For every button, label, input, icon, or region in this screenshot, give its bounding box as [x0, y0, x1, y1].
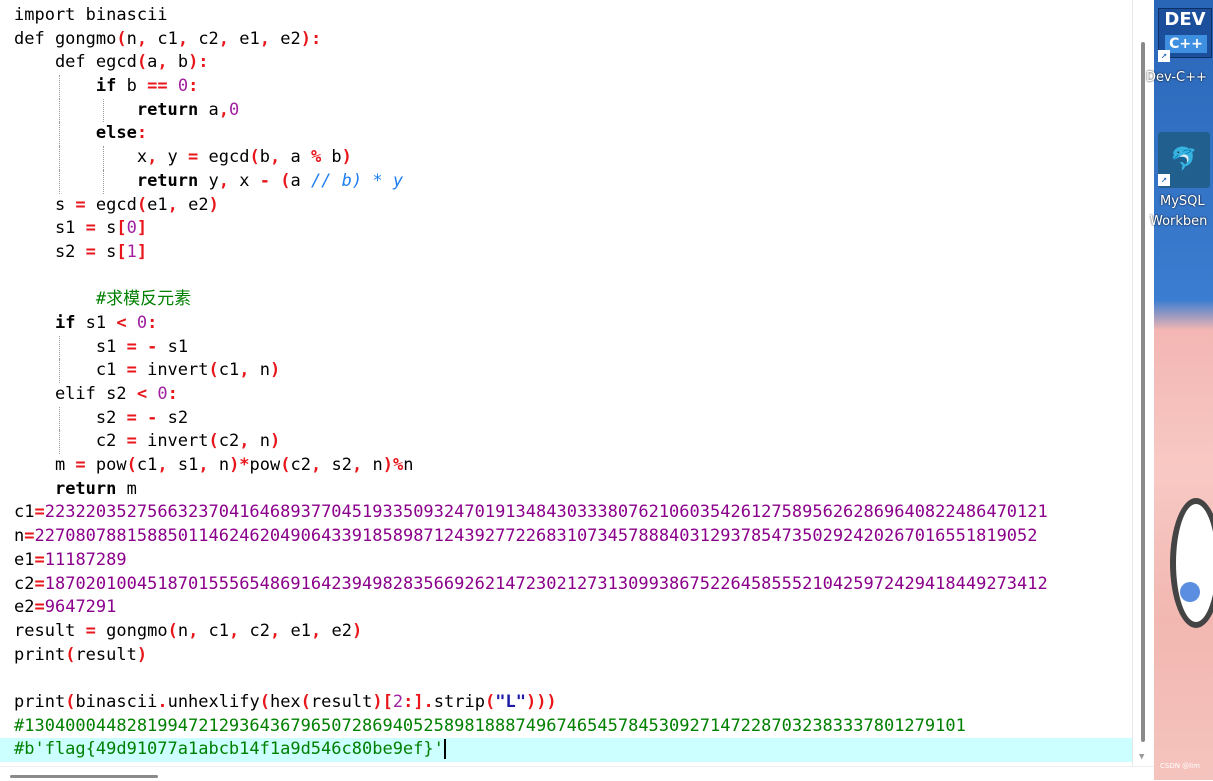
vertical-scrollbar[interactable]: ▼ [1132, 0, 1155, 766]
code-line[interactable]: def egcd(a, b): [0, 51, 1132, 75]
code-line[interactable]: s2 = s[1] [0, 241, 1132, 265]
code-line[interactable]: s1 = - s1 [0, 335, 1132, 360]
code-line[interactable]: s = egcd(e1, e2) [0, 194, 1132, 218]
code-line[interactable]: if b == 0: [0, 75, 1132, 99]
code-line[interactable]: s2 = - s2 [0, 406, 1132, 431]
code-line[interactable]: #130400044828199472129364367965072869405… [0, 715, 1132, 739]
wallpaper-character-decoration [1170, 498, 1213, 628]
code-line[interactable]: n=22708078815885011462462049064339185898… [0, 525, 1132, 549]
horizontal-scrollbar[interactable] [0, 766, 1154, 781]
text-caret [443, 739, 446, 760]
shortcut-arrow-icon: ↗ [1158, 50, 1170, 62]
code-line[interactable]: import binascii [0, 4, 1132, 28]
comment: #求模反元素 [54, 289, 192, 310]
watermark: CSDN @lim [1160, 762, 1200, 770]
code-line[interactable]: #求模反元素 [0, 288, 1132, 312]
code-line[interactable]: result = gongmo(n, c1, c2, e1, e2) [0, 620, 1132, 644]
devcpp-logo-sub: C++ [1165, 35, 1207, 53]
code-line[interactable]: s1 = s[0] [0, 217, 1132, 241]
code-line[interactable]: elif s2 < 0: [0, 383, 1132, 407]
devcpp-label[interactable]: Dev-C++ [1146, 70, 1213, 85]
code-line[interactable]: c1 = invert(c1, n) [0, 359, 1132, 383]
h-scroll-thumb[interactable] [10, 775, 158, 778]
comment: #b'flag{49d91077a1abcb14f1a9d546c80be9ef… [14, 739, 444, 760]
code-line[interactable]: e2=9647291 [0, 596, 1132, 620]
devcpp-logo-text: DEV [1164, 9, 1206, 30]
code-line[interactable]: if s1 < 0: [0, 312, 1132, 336]
code-line[interactable]: return y, x - (a // b) * y [0, 169, 1132, 194]
code-line[interactable]: c2 = invert(c2, n) [0, 430, 1132, 455]
code-line[interactable]: return a,0 [0, 98, 1132, 123]
code-line[interactable]: x, y = egcd(b, a % b) [0, 146, 1132, 170]
code-line[interactable]: print(binascii.unhexlify(hex(result)[2:]… [0, 691, 1132, 715]
code-line[interactable]: return m [0, 478, 1132, 502]
code-line[interactable]: c2=1870201004518701555654869164239498283… [0, 573, 1132, 597]
desktop-background: DEV C++ ↗ Dev-C++ 🐬 ↗ MySQL Workben CSDN… [1146, 0, 1213, 780]
comment: #130400044828199472129364367965072869405… [14, 715, 966, 736]
scroll-down-arrow-icon[interactable]: ▼ [1139, 752, 1144, 762]
mysql-label-line1[interactable]: MySQL [1160, 194, 1213, 209]
code-line[interactable]: c1=2232203527566323704164689377045193350… [0, 501, 1132, 525]
code-editor[interactable]: import binascii def gongmo(n, c1, c2, e1… [0, 0, 1132, 766]
mysql-label-line2[interactable]: Workben [1150, 214, 1213, 229]
code-line[interactable]: else: [0, 122, 1132, 147]
code-area[interactable]: import binascii def gongmo(n, c1, c2, e1… [0, 4, 1132, 762]
code-line[interactable] [0, 265, 1132, 289]
code-line[interactable]: m = pow(c1, s1, n)*pow(c2, s2, n)%n [0, 454, 1132, 478]
code-line[interactable]: print(result) [0, 644, 1132, 668]
code-line[interactable] [0, 667, 1132, 691]
scroll-thumb[interactable] [1141, 42, 1145, 742]
shortcut-arrow-icon: ↗ [1158, 174, 1170, 186]
code-line[interactable]: def gongmo(n, c1, c2, e1, e2): [0, 28, 1132, 52]
wallpaper-dot-decoration [1180, 582, 1200, 602]
current-line[interactable]: #b'flag{49d91077a1abcb14f1a9d546c80be9ef… [0, 738, 1132, 762]
code-line[interactable]: e1=11187289 [0, 549, 1132, 573]
